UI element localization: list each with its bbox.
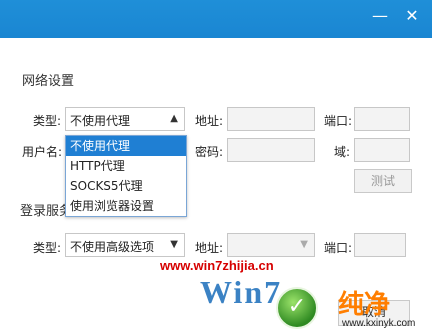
proxy-type-value: 不使用代理 — [70, 114, 131, 128]
close-button[interactable]: ✕ — [402, 6, 422, 26]
chevron-down-icon: ▼ — [300, 239, 308, 250]
type-label: 类型: — [33, 114, 62, 128]
proxy-type-dropdown[interactable]: 不使用代理 ▲ — [65, 107, 185, 131]
watermark-url: www.win7zhijia.cn — [160, 258, 274, 273]
test-button[interactable]: 测试 — [354, 169, 412, 193]
password-input[interactable] — [227, 138, 315, 162]
address-label: 地址: — [195, 114, 224, 128]
minimize-button[interactable]: — — [370, 6, 390, 26]
login-type-value: 不使用高级选项 — [70, 240, 155, 254]
proxy-type-options: 不使用代理 HTTP代理 SOCKS5代理 使用浏览器设置 — [65, 135, 187, 217]
address-input[interactable] — [227, 107, 315, 131]
password-label: 密码: — [195, 145, 224, 159]
domain-label: 域: — [334, 145, 351, 159]
login-type-dropdown[interactable]: 不使用高级选项 ▼ — [65, 233, 185, 257]
login-port-input[interactable] — [354, 233, 406, 257]
watermark-logo2: 纯净 — [338, 290, 391, 319]
title-bar: — ✕ — [0, 0, 432, 38]
domain-input[interactable] — [354, 138, 410, 162]
login-address-label: 地址: — [195, 241, 224, 255]
chevron-down-icon: ▼ — [170, 239, 178, 250]
login-address-dropdown[interactable]: ▼ — [227, 233, 315, 257]
port-input[interactable] — [354, 107, 410, 131]
watermark-orb-icon: ✓ — [276, 287, 318, 329]
option-socks5-proxy[interactable]: SOCKS5代理 — [66, 176, 186, 196]
watermark-site: www.kxinyk.com — [342, 318, 416, 329]
watermark-logo: Win7 — [200, 274, 283, 310]
network-section-title: 网络设置 — [22, 74, 75, 89]
option-no-proxy[interactable]: 不使用代理 — [66, 136, 186, 156]
option-browser-settings[interactable]: 使用浏览器设置 — [66, 196, 186, 216]
login-type-label: 类型: — [33, 241, 62, 255]
port-label: 端口: — [324, 114, 353, 128]
chevron-up-icon: ▲ — [170, 113, 178, 124]
username-label: 用户名: — [22, 145, 63, 159]
login-port-label: 端口: — [324, 241, 353, 255]
option-http-proxy[interactable]: HTTP代理 — [66, 156, 186, 176]
